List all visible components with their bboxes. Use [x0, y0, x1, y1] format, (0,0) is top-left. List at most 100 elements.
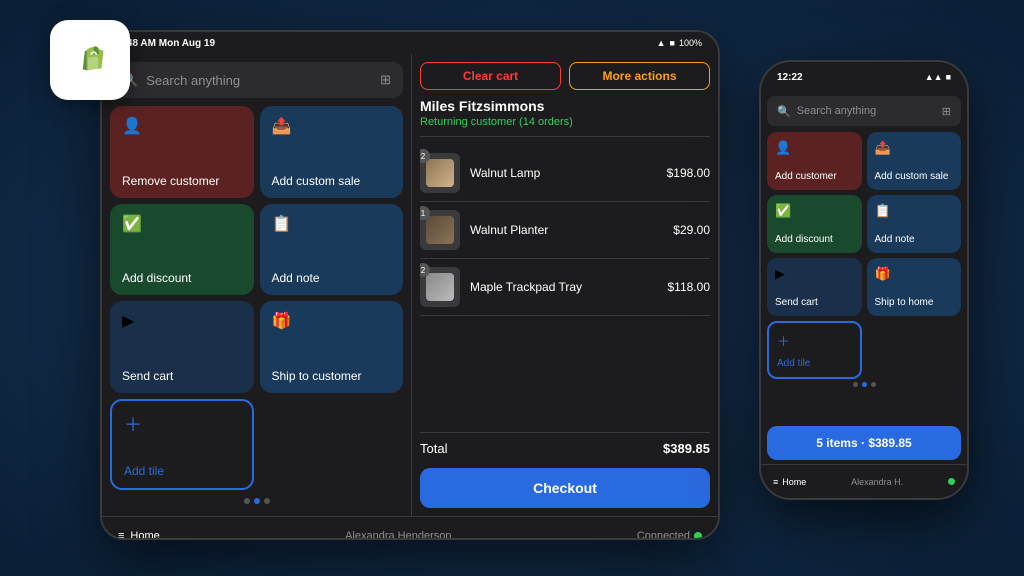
item-image-lamp: 2 — [420, 153, 460, 193]
phone-search-bar[interactable]: 🔍 Search anything ⊞ — [767, 96, 961, 126]
dot-3[interactable] — [264, 498, 270, 504]
checkmark-icon: ✅ — [122, 214, 142, 234]
cart-item-2[interactable]: 1 Walnut Planter $29.00 — [420, 202, 710, 259]
item-image-planter: 1 — [420, 210, 460, 250]
tablet-tiles-grid: 👤 Remove customer 📤 Add custom sale ✅ Ad… — [110, 106, 403, 490]
tile-remove-customer[interactable]: 👤 Remove customer — [110, 106, 254, 198]
plus-icon: ＋ — [124, 411, 142, 437]
person-icon: 👤 — [122, 116, 142, 136]
phone-status-icons: ▲▲ ■ — [925, 72, 951, 82]
tray-thumbnail — [426, 273, 454, 301]
cart-total: Total $389.85 — [420, 432, 710, 464]
dot-2[interactable] — [254, 498, 260, 504]
phone-box-icon: 🎁 — [875, 266, 891, 282]
tile-ship-to-customer[interactable]: 🎁 Ship to customer — [260, 301, 404, 393]
tablet-search-text: Search anything — [146, 73, 372, 88]
phone-time: 12:22 — [777, 72, 803, 83]
item-price-lamp: $198.00 — [667, 166, 710, 180]
phone-note-icon: 📋 — [875, 203, 891, 219]
phone-tile-add-customer[interactable]: 👤 Add customer — [767, 132, 862, 190]
tile-ship-label: Ship to customer — [272, 369, 392, 383]
item-image-tray: 2 — [420, 267, 460, 307]
tile-send-cart[interactable]: ▶ Send cart — [110, 301, 254, 393]
planter-thumbnail — [426, 216, 454, 244]
total-amount: $389.85 — [663, 441, 710, 456]
item-price-planter: $29.00 — [673, 223, 710, 237]
note-icon: 📋 — [272, 214, 292, 234]
shopify-logo — [50, 20, 130, 100]
phone-tile-discount-label: Add discount — [775, 234, 854, 245]
tablet-user-label: Alexandra Henderson — [345, 530, 451, 541]
phone-tile-note-label: Add note — [875, 234, 954, 245]
phone-check-icon: ✅ — [775, 203, 791, 219]
cart-header: Clear cart More actions — [420, 62, 710, 90]
phone-tile-send-cart[interactable]: ▶ Send cart — [767, 258, 862, 316]
clear-cart-button[interactable]: Clear cart — [420, 62, 561, 90]
phone-tile-ship-label: Ship to home — [875, 297, 954, 308]
tablet-left-panel: 🔍 Search anything ⊞ 👤 Remove customer 📤 … — [102, 54, 412, 516]
battery-icon: ■ — [670, 38, 675, 48]
tablet-main-content: 🔍 Search anything ⊞ 👤 Remove customer 📤 … — [102, 54, 718, 516]
phone-dot-2[interactable] — [862, 382, 867, 387]
item-name-planter: Walnut Planter — [470, 223, 663, 237]
phone-bottom-bar: ≡ Home Alexandra H. — [761, 464, 967, 498]
tile-add-discount[interactable]: ✅ Add discount — [110, 204, 254, 296]
phone-home-label: Home — [782, 477, 806, 487]
tile-add-note[interactable]: 📋 Add note — [260, 204, 404, 296]
phone-tile-send-cart-label: Send cart — [775, 297, 854, 308]
tile-add-label: Add tile — [124, 464, 240, 478]
phone-tile-add-customer-label: Add customer — [775, 171, 854, 182]
phone-tile-add-label: Add tile — [777, 358, 852, 369]
tablet-device: 9:48 AM Mon Aug 19 ▲ ■ 100% 🔍 Search any… — [100, 30, 720, 540]
tablet-home-nav[interactable]: ≡ Home — [118, 530, 160, 541]
phone-search-text: Search anything — [797, 105, 936, 117]
tile-discount-label: Add discount — [122, 271, 242, 285]
phone-checkout-bar[interactable]: 5 items · $389.85 — [767, 426, 961, 460]
tablet-status-icons: ▲ ■ 100% — [657, 38, 702, 48]
phone-tile-add-new[interactable]: ＋ Add tile — [767, 321, 862, 379]
cart-item-1[interactable]: 2 Walnut Lamp $198.00 — [420, 145, 710, 202]
phone-device: 12:22 ▲▲ ■ 🔍 Search anything ⊞ 👤 Add cus… — [759, 60, 969, 500]
item-name-tray: Maple Trackpad Tray — [470, 280, 658, 294]
box-icon: 🎁 — [272, 311, 292, 331]
pagination-dots — [110, 494, 403, 508]
tablet-time: 9:48 AM Mon Aug 19 — [118, 38, 215, 49]
grid-icon: ⊞ — [380, 72, 391, 88]
tile-note-label: Add note — [272, 271, 392, 285]
total-label: Total — [420, 441, 447, 456]
phone-grid-icon: ⊞ — [942, 105, 951, 118]
tablet-bottom-bar: ≡ Home Alexandra Henderson Connected — [102, 516, 718, 540]
tablet-status-bar: 9:48 AM Mon Aug 19 ▲ ■ 100% — [102, 32, 718, 54]
phone-status-dot — [948, 478, 955, 485]
more-actions-button[interactable]: More actions — [569, 62, 710, 90]
phone-home-nav[interactable]: ≡ Home — [773, 477, 806, 487]
phone-person-icon: 👤 — [775, 140, 791, 156]
phone-dot-3[interactable] — [871, 382, 876, 387]
checkout-button[interactable]: Checkout — [420, 468, 710, 508]
phone-tile-discount[interactable]: ✅ Add discount — [767, 195, 862, 253]
upload-icon: 📤 — [272, 116, 292, 136]
tile-custom-sale-label: Add custom sale — [272, 174, 392, 188]
phone-tile-custom-sale-label: Add custom sale — [875, 171, 954, 182]
tile-add-new[interactable]: ＋ Add tile — [110, 399, 254, 491]
phone-dot-1[interactable] — [853, 382, 858, 387]
wifi-icon: ▲ — [657, 38, 666, 48]
phone-tile-ship[interactable]: 🎁 Ship to home — [867, 258, 962, 316]
tablet-right-panel: Clear cart More actions Miles Fitzsimmon… — [412, 54, 718, 516]
status-dot-green — [694, 532, 702, 540]
cart-item-3[interactable]: 2 Maple Trackpad Tray $118.00 — [420, 259, 710, 316]
tablet-search-bar[interactable]: 🔍 Search anything ⊞ — [110, 62, 403, 98]
customer-status: Returning customer (14 orders) — [420, 116, 710, 128]
phone-notch — [824, 62, 904, 82]
battery-text: 100% — [679, 38, 702, 48]
tile-send-cart-label: Send cart — [122, 369, 242, 383]
phone-tile-custom-sale[interactable]: 📤 Add custom sale — [867, 132, 962, 190]
tile-add-custom-sale[interactable]: 📤 Add custom sale — [260, 106, 404, 198]
phone-signal-icon: ▲▲ — [925, 72, 943, 82]
phone-upload-icon: 📤 — [875, 140, 891, 156]
connection-label: Connected — [637, 530, 690, 541]
lamp-thumbnail — [426, 159, 454, 187]
dot-1[interactable] — [244, 498, 250, 504]
phone-tile-note[interactable]: 📋 Add note — [867, 195, 962, 253]
tile-remove-customer-label: Remove customer — [122, 174, 242, 188]
